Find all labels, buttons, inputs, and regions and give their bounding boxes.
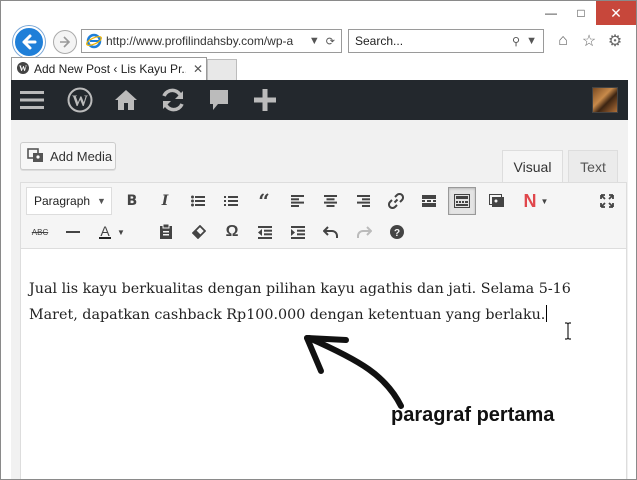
- tab-text[interactable]: Text: [568, 150, 618, 182]
- n-plugin-icon[interactable]: N ▼: [518, 187, 554, 215]
- numbered-list-icon[interactable]: [217, 187, 245, 215]
- svg-text:W: W: [72, 93, 88, 110]
- paste-text-icon[interactable]: [152, 218, 180, 246]
- text-color-letter: A: [100, 223, 110, 239]
- search-input[interactable]: Search...: [355, 34, 512, 48]
- color-bar: [99, 237, 112, 239]
- add-media-button[interactable]: Add Media: [20, 142, 116, 170]
- wordpress-icon[interactable]: W: [65, 86, 95, 114]
- post-content[interactable]: Jual lis kayu berkualitas dengan pilihan…: [29, 276, 589, 328]
- content-line: Jual lis kayu berkualitas dengan pilihan…: [29, 281, 571, 297]
- fullscreen-icon[interactable]: [593, 187, 621, 215]
- toolbar-toggle-icon[interactable]: [448, 187, 476, 215]
- media-icon: [27, 147, 45, 166]
- redo-icon[interactable]: [350, 218, 378, 246]
- link-icon[interactable]: [382, 187, 410, 215]
- close-tab-icon[interactable]: ✕: [190, 62, 206, 76]
- strikethrough-icon[interactable]: ABC: [26, 218, 54, 246]
- format-select[interactable]: Paragraph ▼: [26, 187, 112, 215]
- refresh-icon[interactable]: [157, 86, 189, 114]
- bullet-list-icon[interactable]: [184, 187, 212, 215]
- forward-button[interactable]: [53, 30, 77, 54]
- window-controls: — □ ✕: [536, 1, 636, 25]
- content-line: Maret, dapatkan cashback Rp100.000 denga…: [29, 307, 546, 323]
- tab-title: Add New Post ‹ Lis Kayu Pr...: [34, 62, 186, 76]
- wp-admin-bar: W: [11, 80, 628, 120]
- browser-toolbar-icons: ⌂ ☆ ⚙: [553, 31, 625, 51]
- blockquote-icon[interactable]: “: [250, 187, 278, 215]
- special-char-icon[interactable]: Ω: [218, 218, 246, 246]
- text-color-icon[interactable]: A ▼: [92, 218, 132, 246]
- new-tab-button[interactable]: [207, 59, 237, 80]
- menu-icon[interactable]: [17, 86, 47, 114]
- tab-add-new-post[interactable]: W Add New Post ‹ Lis Kayu Pr... ✕: [11, 57, 207, 80]
- gear-icon[interactable]: ⚙: [605, 31, 625, 51]
- text-color-swatch: A: [99, 223, 112, 239]
- format-select-value: Paragraph: [34, 194, 91, 208]
- address-tools: ▼ ⟳: [309, 35, 341, 48]
- browser-window: — □ ✕ http://www.profilindahsby.com/wp-a…: [0, 0, 637, 480]
- chevron-down-icon: ▼: [97, 196, 106, 206]
- minimize-icon[interactable]: —: [536, 1, 566, 25]
- read-more-icon[interactable]: [415, 187, 443, 215]
- horizontal-line-icon[interactable]: [59, 218, 87, 246]
- align-left-icon[interactable]: [283, 187, 311, 215]
- clear-format-icon[interactable]: [185, 218, 213, 246]
- ibeam-cursor-icon: [565, 322, 571, 340]
- home-icon[interactable]: [111, 86, 141, 114]
- n-letter: N: [523, 190, 537, 211]
- text-cursor: [546, 305, 548, 322]
- search-box[interactable]: Search... ⚲ ▼: [348, 29, 544, 53]
- align-center-icon[interactable]: [316, 187, 344, 215]
- italic-icon[interactable]: I: [151, 187, 179, 215]
- search-icon[interactable]: ⚲: [512, 35, 520, 48]
- bold-icon[interactable]: B: [118, 187, 146, 215]
- annotation-arrow-icon: [304, 335, 404, 409]
- wp-favicon-icon: W: [16, 61, 30, 78]
- ie-logo-icon: [84, 33, 104, 49]
- svg-text:?: ?: [394, 228, 400, 239]
- add-media-label: Add Media: [50, 148, 113, 164]
- help-icon[interactable]: ?: [383, 218, 411, 246]
- avatar[interactable]: [592, 87, 618, 113]
- tab-visual[interactable]: Visual: [502, 150, 563, 182]
- close-icon[interactable]: ✕: [596, 1, 636, 25]
- tab-strip: W Add New Post ‹ Lis Kayu Pr... ✕: [1, 57, 636, 80]
- align-right-icon[interactable]: [349, 187, 377, 215]
- refresh-page-icon[interactable]: ⟳: [326, 35, 335, 48]
- editor-toolbar: Paragraph ▼ B I “ N ▼ ABC A ▼ Ω ?: [21, 183, 626, 249]
- chevron-down-icon: ▼: [540, 196, 549, 206]
- navigation-bar: http://www.profilindahsby.com/wp-a ▼ ⟳ S…: [1, 25, 636, 58]
- indent-icon[interactable]: [284, 218, 312, 246]
- search-dropdown-icon[interactable]: ▼: [526, 35, 537, 48]
- maximize-icon[interactable]: □: [566, 1, 596, 25]
- star-icon[interactable]: ☆: [579, 31, 599, 51]
- outdent-icon[interactable]: [251, 218, 279, 246]
- forward-arrow-icon: [60, 36, 71, 48]
- comment-icon[interactable]: [205, 86, 233, 114]
- undo-icon[interactable]: [317, 218, 345, 246]
- media-icon[interactable]: [483, 187, 511, 215]
- address-bar[interactable]: http://www.profilindahsby.com/wp-a ▼ ⟳: [81, 29, 342, 53]
- home-icon[interactable]: ⌂: [553, 31, 573, 51]
- back-arrow-icon: [22, 34, 37, 50]
- strike-label: ABC: [31, 227, 49, 237]
- content-line-2: Maret, dapatkan cashback Rp100.000 denga…: [29, 302, 589, 328]
- dropdown-icon[interactable]: ▼: [309, 35, 320, 48]
- chevron-down-icon: ▼: [117, 227, 125, 237]
- annotation-label: paragraf pertama: [391, 404, 555, 426]
- svg-text:W: W: [19, 64, 27, 73]
- plus-icon[interactable]: [251, 86, 279, 114]
- back-button[interactable]: [13, 26, 45, 58]
- address-url[interactable]: http://www.profilindahsby.com/wp-a: [104, 34, 309, 48]
- search-tools: ⚲ ▼: [512, 35, 543, 48]
